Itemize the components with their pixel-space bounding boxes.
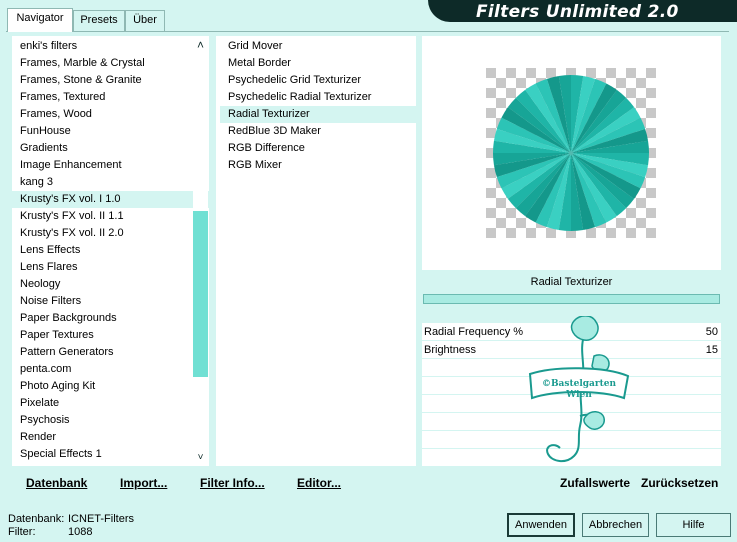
category-item[interactable]: Neology [12,276,209,293]
radial-texture [493,75,649,231]
datenbank-button[interactable]: Datenbank [26,475,87,491]
category-item[interactable]: Frames, Textured [12,89,209,106]
filter-item[interactable]: RedBlue 3D Maker [220,123,416,140]
param-value: 15 [705,344,718,356]
watermark-line2: Wien [565,390,592,400]
category-item[interactable]: Pattern Generators [12,344,209,361]
category-item[interactable]: Frames, Stone & Granite [12,72,209,89]
category-item[interactable]: kang 3 [12,174,209,191]
category-list[interactable]: enki's filters Frames, Marble & Crystal Fr… [12,36,209,466]
filter-item[interactable]: Metal Border [220,55,416,72]
filter-item[interactable]: Grid Mover [220,38,416,55]
preview-filter-name: Radial Texturizer [422,270,721,294]
category-item[interactable]: Paper Backgrounds [12,310,209,327]
category-item[interactable]: Krusty's FX vol. I 1.0 [12,191,209,208]
category-item[interactable]: Photo Aging Kit [12,378,209,395]
filter-item[interactable]: RGB Mixer [220,157,416,174]
zuruecksetzen-button[interactable]: Zurücksetzen [641,475,718,491]
filter-item[interactable]: RGB Difference [220,140,416,157]
category-item[interactable]: FunHouse [12,123,209,140]
filter-item[interactable]: Psychedelic Radial Texturizer [220,89,416,106]
zufallswerte-button[interactable]: Zufallswerte [560,475,630,491]
category-item[interactable]: Frames, Wood [12,106,209,123]
watermark-line1: ©Bastelgarten [542,379,617,389]
category-item[interactable]: Krusty's FX vol. II 2.0 [12,225,209,242]
category-scrollbar-thumb[interactable] [193,211,208,377]
tab-divider [6,31,729,32]
category-item[interactable]: Gradients [12,140,209,157]
category-item[interactable]: Image Enhancement [12,157,209,174]
category-item[interactable]: Paper Textures [12,327,209,344]
filter-item[interactable]: Radial Texturizer [220,106,416,123]
status-datenbank-label: Datenbank: [8,513,65,525]
status-filter-label: Filter: [8,526,36,538]
cancel-button[interactable]: Abbrechen [582,513,649,537]
category-item[interactable]: Render [12,429,209,446]
param-value: 50 [705,326,718,338]
import-button[interactable]: Import... [120,475,167,491]
status-datenbank-value: ICNET-Filters [68,513,134,525]
category-item[interactable]: Frames, Marble & Crystal [12,55,209,72]
tab-navigator[interactable]: Navigator [7,8,73,32]
filter-info-button[interactable]: Filter Info... [200,475,265,491]
scroll-down-icon[interactable]: ˅ [193,449,208,466]
apply-button[interactable]: Anwenden [507,513,575,537]
tab-ueber[interactable]: Über [125,10,165,31]
app-title: Filters Unlimited 2.0 [476,2,679,22]
category-item[interactable]: Pixelate [12,395,209,412]
filter-item[interactable]: Psychedelic Grid Texturizer [220,72,416,89]
filter-list[interactable]: Grid Mover Metal Border Psychedelic Grid T… [216,36,416,466]
category-item[interactable]: penta.com [12,361,209,378]
tab-presets[interactable]: Presets [73,10,125,31]
scroll-up-icon[interactable]: ˄ [193,37,208,54]
category-items: enki's filters Frames, Marble & Crystal Fr… [12,36,209,463]
param-label: Radial Frequency % [424,326,524,338]
preview-image [486,68,656,238]
param-label: Brightness [424,344,476,356]
preview-progress-bar [423,294,720,304]
category-item[interactable]: Special Effects 1 [12,446,209,463]
category-item[interactable]: Krusty's FX vol. II 1.1 [12,208,209,225]
category-item[interactable]: Noise Filters [12,293,209,310]
category-item[interactable]: Lens Flares [12,259,209,276]
watermark-logo: ©Bastelgarten Wien [528,316,630,462]
category-item[interactable]: Psychosis [12,412,209,429]
category-item[interactable]: Lens Effects [12,242,209,259]
editor-button[interactable]: Editor... [297,475,341,491]
category-item[interactable]: enki's filters [12,38,209,55]
filter-items: Grid Mover Metal Border Psychedelic Grid T… [216,36,416,174]
help-button[interactable]: Hilfe [656,513,731,537]
status-filter-value: 1088 [68,526,93,538]
